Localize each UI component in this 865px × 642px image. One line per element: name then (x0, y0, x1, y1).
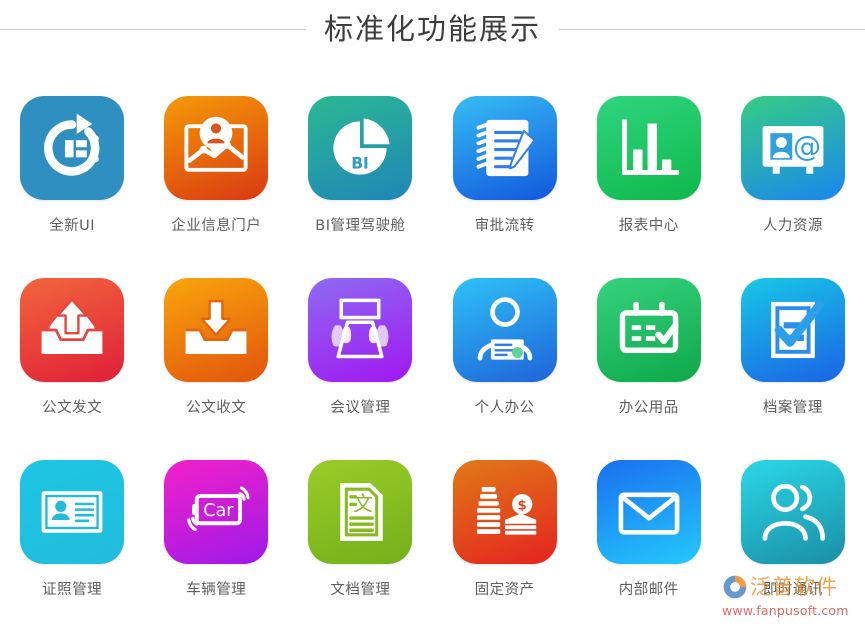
page-header: 标准化功能展示 (0, 0, 865, 58)
svg-text:$: $ (517, 499, 526, 514)
module-cell[interactable]: BI BI管理驾驶舱 (295, 96, 425, 278)
module-cell[interactable]: @ 人力资源 (728, 96, 858, 278)
archive-check-icon[interactable] (740, 278, 845, 382)
module-cell[interactable]: 即时通讯 (728, 460, 858, 642)
approval-notepad-icon[interactable] (452, 96, 557, 200)
svg-text:BI: BI (352, 155, 370, 173)
module-cell[interactable]: 个人办公 (440, 278, 570, 460)
module-label: BI管理驾驶舱 (315, 218, 406, 234)
title-rule-right (559, 28, 865, 30)
module-cell[interactable]: 会议管理 (295, 278, 425, 460)
module-cell[interactable]: 全新UI (7, 96, 137, 278)
module-label: 审批流转 (474, 218, 535, 234)
module-cell[interactable]: 办公用品 (584, 278, 714, 460)
module-cell[interactable]: 证照管理 (7, 460, 137, 642)
app-root: 标准化功能展示 全新UI 企业信息门户 BI BI管理驾驶舱 审批流转 报表中心… (0, 0, 865, 628)
module-label: 证照管理 (42, 582, 103, 598)
module-cell[interactable]: 内部邮件 (584, 460, 714, 642)
module-label: 档案管理 (762, 400, 823, 416)
license-card-icon[interactable] (20, 460, 125, 564)
page-title: 标准化功能展示 (324, 11, 542, 46)
report-bar-chart-icon[interactable] (596, 96, 701, 200)
module-label: 文档管理 (330, 582, 391, 598)
module-label: 人力资源 (762, 218, 823, 234)
bi-pie-chart-icon[interactable]: BI (308, 96, 413, 200)
mail-envelope-icon[interactable] (596, 460, 701, 564)
personal-office-icon[interactable] (452, 278, 557, 382)
module-cell[interactable]: 公文发文 (7, 278, 137, 460)
module-cell[interactable]: $ 固定资产 (440, 460, 570, 642)
portal-map-pin-icon[interactable] (164, 96, 269, 200)
module-cell[interactable]: Car 车辆管理 (151, 460, 281, 642)
module-label: 报表中心 (618, 218, 679, 234)
document-text-icon[interactable]: 文 (308, 460, 413, 564)
chat-people-icon[interactable] (740, 460, 845, 564)
outbox-upload-icon[interactable] (20, 278, 125, 382)
module-label: 车辆管理 (186, 582, 247, 598)
svg-text:Car: Car (203, 501, 234, 521)
meeting-table-icon[interactable] (308, 278, 413, 382)
module-label: 固定资产 (474, 582, 535, 598)
module-label: 公文收文 (186, 400, 247, 416)
module-cell[interactable]: 公文收文 (151, 278, 281, 460)
module-cell[interactable]: 文 文档管理 (295, 460, 425, 642)
module-label: 内部邮件 (618, 582, 679, 598)
svg-text:@: @ (793, 130, 821, 163)
module-label: 全新UI (49, 218, 96, 234)
hr-id-card-icon[interactable]: @ (740, 96, 845, 200)
module-cell[interactable]: 审批流转 (440, 96, 570, 278)
module-label: 会议管理 (330, 400, 391, 416)
module-label: 办公用品 (618, 400, 679, 416)
module-cell[interactable]: 档案管理 (728, 278, 858, 460)
assets-money-icon[interactable]: $ (452, 460, 557, 564)
module-cell[interactable]: 报表中心 (584, 96, 714, 278)
module-label: 企业信息门户 (171, 218, 262, 234)
module-grid: 全新UI 企业信息门户 BI BI管理驾驶舱 审批流转 报表中心 @ 人力资源 … (0, 96, 865, 642)
module-cell[interactable]: 企业信息门户 (151, 96, 281, 278)
module-label: 即时通讯 (762, 582, 823, 598)
module-label: 个人办公 (474, 400, 535, 416)
vehicle-car-icon[interactable]: Car (164, 460, 269, 564)
module-label: 公文发文 (42, 400, 103, 416)
title-rule-left (0, 28, 306, 30)
inbox-download-icon[interactable] (164, 278, 269, 382)
supplies-calendar-icon[interactable] (596, 278, 701, 382)
refresh-ui-icon[interactable] (20, 96, 125, 200)
